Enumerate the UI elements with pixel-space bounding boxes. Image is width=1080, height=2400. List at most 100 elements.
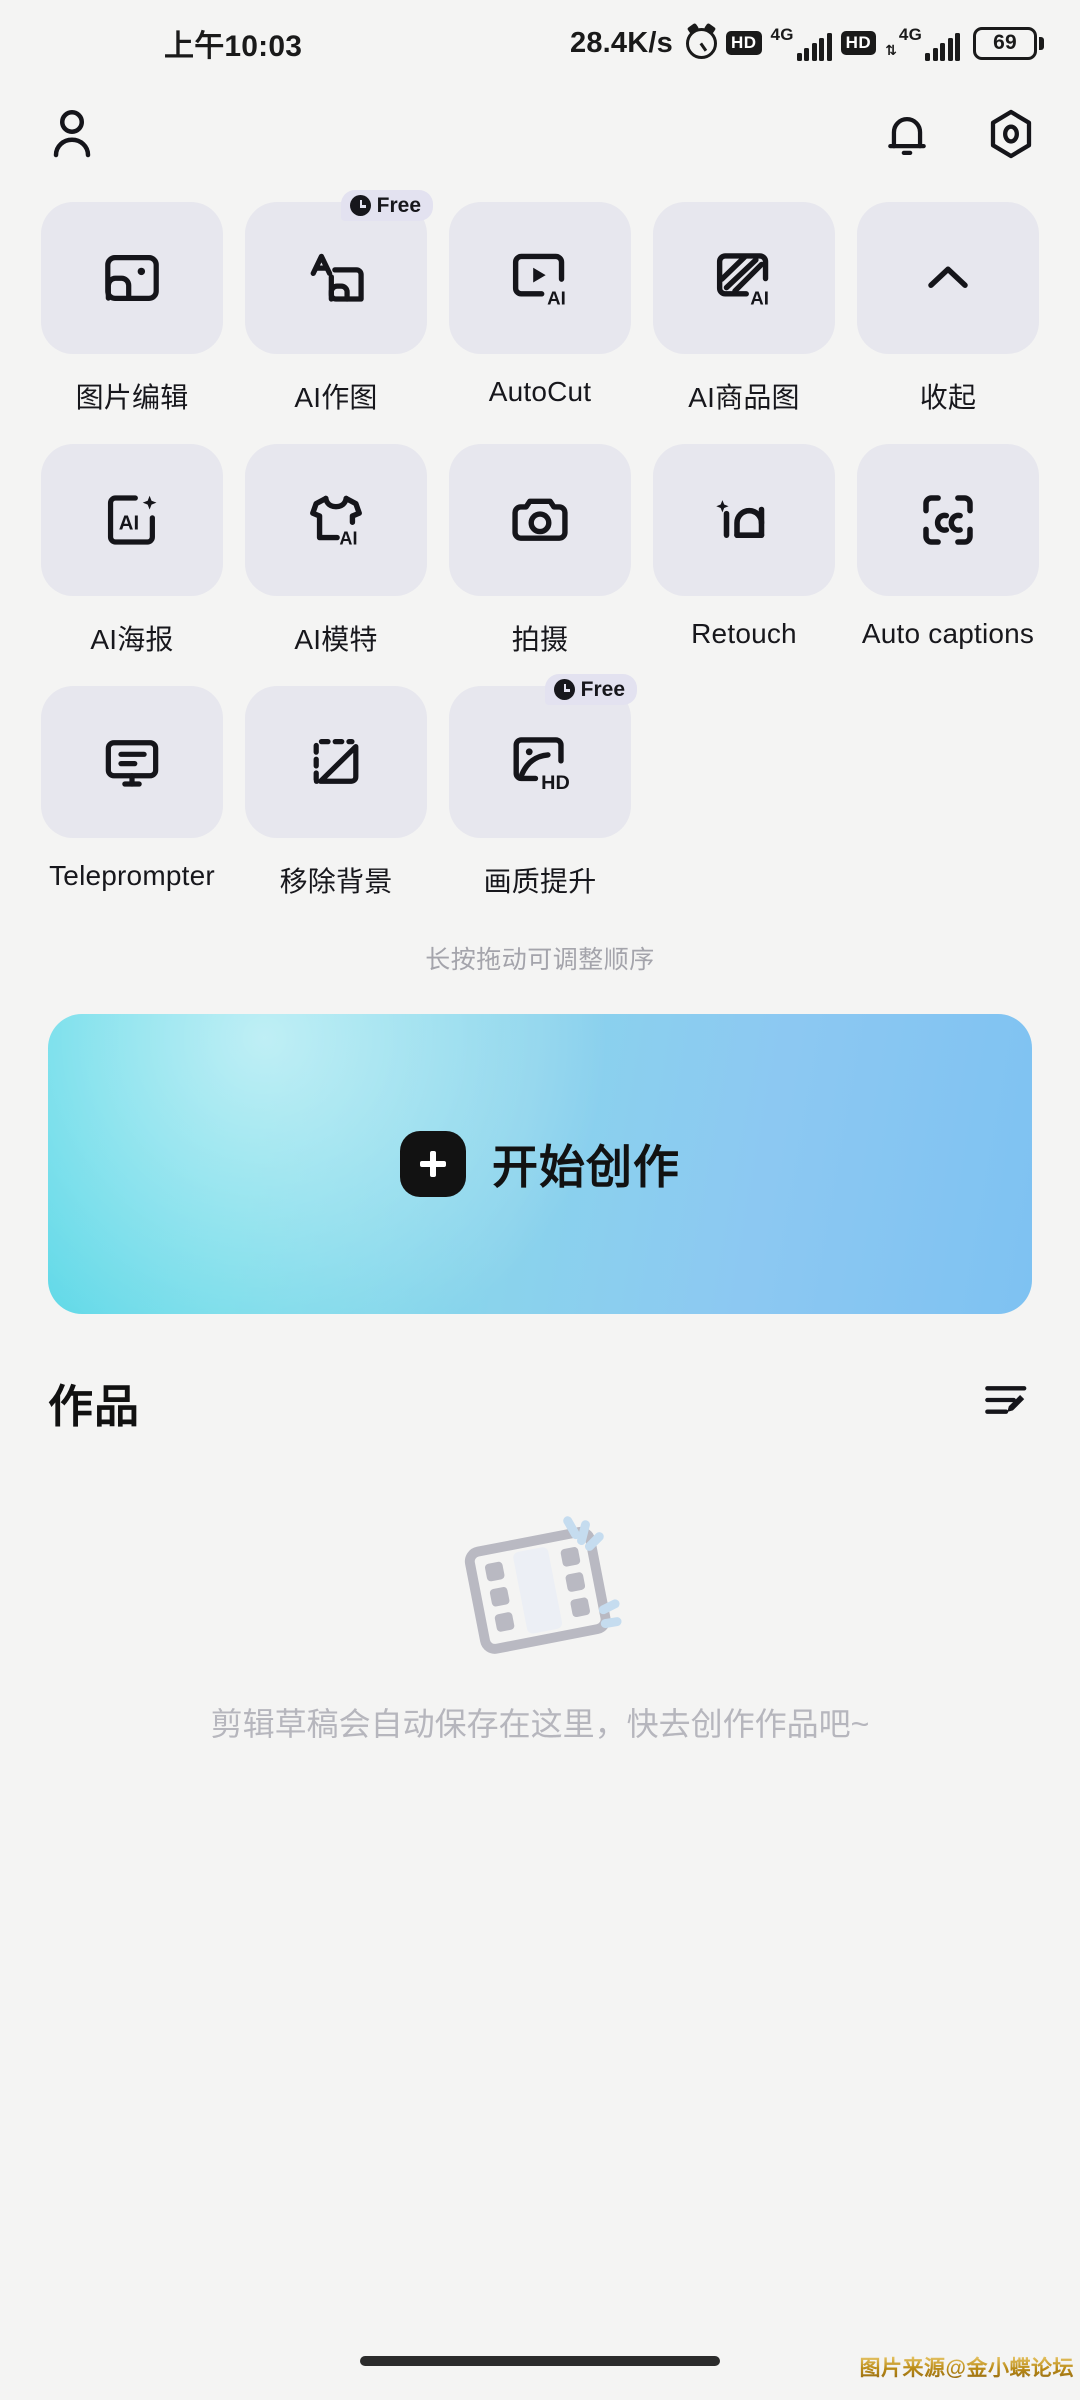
tool-tile[interactable]: [653, 444, 835, 596]
tool-item-ai-model[interactable]: AI AI模特: [234, 444, 438, 658]
tool-item-hd-enhance[interactable]: Free HD 画质提升: [438, 674, 642, 900]
tool-item-ai-drawing[interactable]: Free AI作图: [234, 190, 438, 416]
works-title: 作品: [48, 1381, 141, 1432]
hd-icon-sim2: HD: [840, 31, 877, 55]
network-type-sim1: 4G: [770, 24, 794, 44]
tool-label: AI作图: [294, 382, 378, 413]
battery-level-text: 69: [973, 26, 1037, 60]
empty-state-text: 剪辑草稿会自动保存在这里，快去创作作品吧~: [210, 1706, 870, 1742]
ai-text-to-image-icon: [310, 253, 364, 302]
free-badge: Free: [340, 190, 433, 221]
profile-button[interactable]: [42, 104, 102, 164]
tool-item-teleprompter[interactable]: Teleprompter: [30, 686, 234, 900]
tool-item-image-edit[interactable]: 图片编辑: [30, 202, 234, 416]
hd-icon-sim1: HD: [725, 31, 762, 55]
home-indicator[interactable]: [360, 2356, 720, 2366]
grid-filler: [642, 686, 846, 900]
ai-model-tshirt-icon: AI: [310, 495, 362, 548]
tool-tile[interactable]: [857, 444, 1039, 596]
tool-label: AI模特: [294, 624, 378, 655]
svg-text:AI: AI: [547, 287, 566, 308]
tool-item-remove-background[interactable]: 移除背景: [234, 686, 438, 900]
bell-icon: [888, 117, 926, 156]
status-bar: 上午10:03 28.4K/s HD 4G HD ⇅ 4G 69: [0, 0, 1080, 86]
clock-icon: [349, 195, 371, 216]
tool-label: AutoCut: [488, 376, 592, 407]
chevron-up-icon: [928, 266, 968, 288]
works-header: 作品: [0, 1314, 1080, 1435]
plus-icon: [400, 1131, 466, 1197]
tool-item-ai-product-image[interactable]: AI AI商品图: [642, 202, 846, 416]
tool-label: 收起: [919, 382, 977, 413]
tool-item-ai-poster[interactable]: AI AI海报: [30, 444, 234, 658]
remove-background-icon: [313, 739, 359, 784]
teleprompter-icon: [105, 740, 159, 787]
notifications-button[interactable]: [880, 107, 934, 161]
autocut-ai-icon: AI: [512, 253, 566, 308]
signal-bars-sim1: [796, 32, 832, 61]
start-creating-label: 开始创作: [492, 1141, 680, 1193]
tool-item-camera[interactable]: 拍摄: [438, 444, 642, 658]
tool-label: 拍摄: [511, 624, 569, 655]
hd-enhance-icon: HD: [513, 737, 570, 794]
app-bar-actions: [880, 107, 1038, 161]
start-creating-button[interactable]: 开始创作: [48, 1014, 1032, 1314]
tool-tile[interactable]: AI: [41, 444, 223, 596]
tool-tile[interactable]: [245, 686, 427, 838]
free-badge-label: Free: [580, 678, 625, 701]
empty-illustration: [420, 1501, 660, 1671]
tool-tile[interactable]: [41, 202, 223, 354]
tool-tile[interactable]: [449, 444, 631, 596]
tool-tile[interactable]: [41, 686, 223, 838]
tool-grid: 图片编辑 Free AI作图 AI AutoCut AI AI商品图 收起 AI…: [0, 182, 1080, 900]
tool-label: 画质提升: [483, 866, 597, 897]
signal-bars-sim2: [925, 32, 960, 61]
list-edit-icon: [985, 1386, 1027, 1414]
ai-product-image-icon: AI: [716, 253, 769, 309]
signal-group-sim2: ⇅ 4G: [885, 26, 960, 61]
status-bar-icons: 28.4K/s HD 4G HD ⇅ 4G 69: [570, 26, 1044, 61]
tool-label: AI海报: [90, 624, 174, 655]
tool-tile[interactable]: AI: [245, 444, 427, 596]
works-empty-state: 剪辑草稿会自动保存在这里，快去创作作品吧~: [0, 1435, 1080, 1747]
tool-tile[interactable]: AI: [449, 202, 631, 354]
closed-captions-icon: [923, 495, 973, 545]
svg-text:AI: AI: [119, 512, 139, 534]
start-creating-section: 开始创作: [0, 976, 1080, 1314]
tool-label: 图片编辑: [75, 382, 189, 413]
tool-item-autocut[interactable]: AI AutoCut: [438, 202, 642, 416]
battery-icon: 69: [973, 26, 1044, 60]
tool-item-auto-captions[interactable]: Auto captions: [846, 444, 1050, 658]
camera-icon: [512, 498, 568, 541]
grid-filler: [846, 686, 1050, 900]
film-strip-icon: [464, 1516, 622, 1654]
tool-item-collapse[interactable]: 收起: [846, 202, 1050, 416]
signal-group-sim1: 4G: [771, 26, 832, 61]
tool-label: AI商品图: [688, 382, 800, 413]
ai-poster-icon: AI: [107, 495, 157, 545]
settings-button[interactable]: [984, 107, 1038, 161]
free-badge: Free: [544, 674, 637, 705]
works-manage-button[interactable]: [980, 1374, 1032, 1431]
network-speed-text: 28.4K/s: [570, 26, 673, 59]
alarm-clock-icon: [685, 27, 717, 59]
tool-tile[interactable]: [857, 202, 1039, 354]
reorder-hint: 长按拖动可调整顺序: [425, 946, 655, 974]
tool-tile[interactable]: AI: [653, 202, 835, 354]
person-icon: [53, 109, 91, 158]
free-badge-label: Free: [376, 194, 421, 217]
tool-tile[interactable]: Free HD: [449, 674, 637, 838]
tool-label: Teleprompter: [49, 860, 215, 891]
tool-label: Retouch: [691, 618, 797, 649]
status-bar-time: 上午10:03: [164, 30, 303, 63]
source-watermark: 图片来源@金小蝶论坛: [860, 2352, 1074, 2382]
tool-label: Auto captions: [861, 618, 1035, 649]
tool-tile[interactable]: Free: [245, 190, 433, 354]
app-bar: [0, 86, 1080, 182]
svg-text:HD: HD: [541, 772, 570, 794]
image-edit-icon: [105, 255, 159, 301]
network-type-sim2: 4G: [898, 24, 922, 44]
settings-hexagon-icon: [990, 109, 1032, 159]
tool-item-retouch[interactable]: Retouch: [642, 444, 846, 658]
svg-text:AI: AI: [339, 528, 357, 548]
